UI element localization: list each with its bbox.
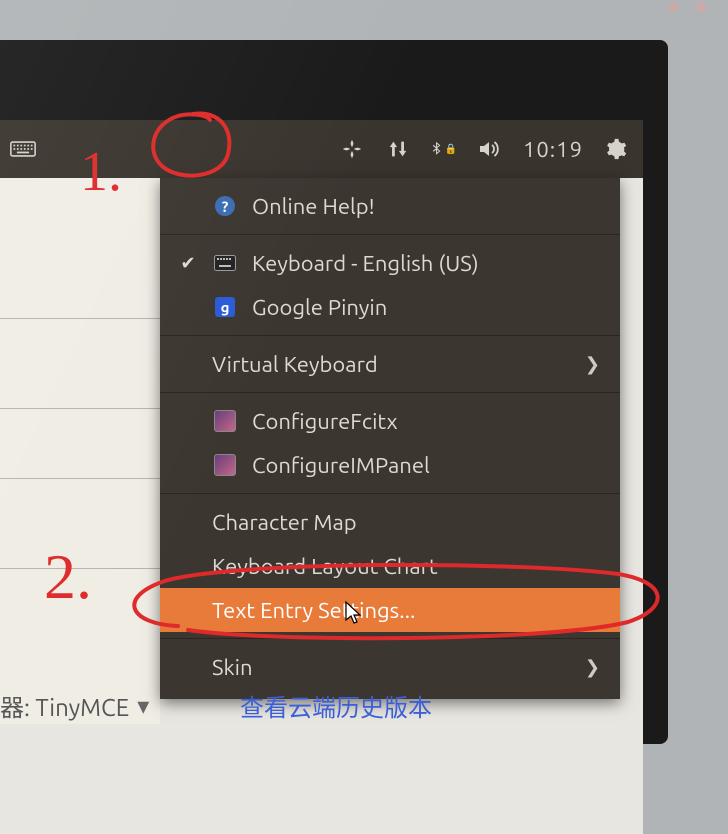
network-activity-icon[interactable] <box>385 136 411 162</box>
menu-label: ConfigureFcitx <box>252 409 600 434</box>
menu-item-google-pinyin[interactable]: g Google Pinyin <box>160 285 620 329</box>
menu-item-configure-impanel[interactable]: ConfigureIMPanel <box>160 443 620 487</box>
menu-item-text-entry-settings[interactable]: Text Entry Settings... <box>160 588 620 632</box>
menu-label: Keyboard Layout Chart <box>212 554 600 579</box>
menu-separator <box>160 234 620 235</box>
settings-gear-icon[interactable] <box>603 136 629 162</box>
menu-label: Virtual Keyboard <box>212 352 571 377</box>
menu-item-skin[interactable]: Skin ❯ <box>160 645 620 689</box>
input-method-menu: ? Online Help! ✔ Keyboard - English (US)… <box>160 178 620 699</box>
keyboard-icon <box>212 250 238 276</box>
clock[interactable]: 10:19 <box>523 137 583 162</box>
checkmark-icon: ✔ <box>178 253 198 274</box>
google-pinyin-icon: g <box>212 294 238 320</box>
menu-label: Google Pinyin <box>252 295 600 320</box>
volume-icon[interactable] <box>477 136 503 162</box>
menu-separator <box>160 392 620 393</box>
ceiling-lights <box>668 0 728 40</box>
menu-label: Character Map <box>212 510 600 535</box>
spinner-icon[interactable] <box>339 136 365 162</box>
menu-separator <box>160 493 620 494</box>
chevron-right-icon: ❯ <box>585 354 600 375</box>
menu-item-character-map[interactable]: Character Map <box>160 500 620 544</box>
menu-item-virtual-keyboard[interactable]: Virtual Keyboard ❯ <box>160 342 620 386</box>
impanel-config-icon <box>212 452 238 478</box>
dropdown-caret-icon[interactable]: ▾ <box>137 692 149 720</box>
fcitx-config-icon <box>212 408 238 434</box>
bluetooth-lock-icon: 🔒 <box>445 143 457 155</box>
document-surface <box>0 178 160 724</box>
menu-label: ConfigureIMPanel <box>252 453 600 478</box>
menu-item-keyboard-layout-chart[interactable]: Keyboard Layout Chart <box>160 544 620 588</box>
help-icon: ? <box>212 193 238 219</box>
menu-separator <box>160 638 620 639</box>
menu-item-configure-fcitx[interactable]: ConfigureFcitx <box>160 399 620 443</box>
input-method-indicator-icon[interactable] <box>10 136 36 162</box>
cloud-history-link[interactable]: 查看云端历史版本 <box>240 688 432 723</box>
system-top-bar: 🔒 10:19 <box>0 120 643 178</box>
menu-label: Keyboard - English (US) <box>252 251 600 276</box>
menu-label: Skin <box>212 655 571 680</box>
menu-label: Online Help! <box>252 194 600 219</box>
menu-label: Text Entry Settings... <box>212 598 600 623</box>
bluetooth-icon[interactable]: 🔒 <box>431 136 457 162</box>
chevron-right-icon: ❯ <box>585 657 600 678</box>
editor-label: 器: TinyMCE ▾ <box>0 688 149 723</box>
menu-item-online-help[interactable]: ? Online Help! <box>160 184 620 228</box>
menu-item-keyboard-english[interactable]: ✔ Keyboard - English (US) <box>160 241 620 285</box>
editor-text: 器: TinyMCE <box>0 688 129 723</box>
menu-separator <box>160 335 620 336</box>
